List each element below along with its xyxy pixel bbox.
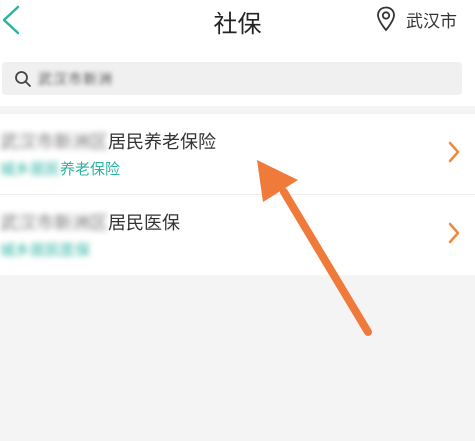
search-query-text: 武汉市新洲 [38, 71, 113, 88]
search-bar: 武汉市新洲 [0, 50, 475, 106]
title-text: 居民医保 [108, 213, 180, 234]
title-text: 居民养老保险 [108, 132, 216, 153]
list-item-subtitle: 城乡居民医保 [0, 239, 90, 260]
blurred-text: 武汉市新洲区 [0, 213, 108, 234]
search-icon [15, 70, 31, 87]
blurred-text: 武汉市新洲区 [0, 132, 108, 153]
city-label: 武汉市 [406, 11, 457, 32]
list-item-pension-insurance[interactable]: 武汉市新洲区居民养老保险 城乡居民养老保险 [0, 114, 475, 194]
search-input[interactable]: 武汉市新洲 [2, 62, 462, 95]
chevron-right-icon [448, 222, 460, 244]
blurred-text: 城乡居民医保 [0, 241, 91, 259]
result-list: 武汉市新洲区居民养老保险 城乡居民养老保险 武汉市新洲区居民医保 城乡居民医保 [0, 114, 475, 275]
chevron-right-icon [448, 141, 460, 163]
subtitle-text: 养老保险 [60, 160, 121, 178]
top-bar: 社保 武汉市 [0, 0, 475, 50]
list-item-subtitle: 城乡居民养老保险 [0, 158, 120, 179]
list-item-title: 武汉市新洲区居民医保 [0, 209, 180, 235]
location-pin-icon [377, 6, 395, 32]
blurred-text: 城乡居民 [0, 160, 61, 178]
list-item-medical-insurance[interactable]: 武汉市新洲区居民医保 城乡居民医保 [0, 194, 475, 275]
list-item-title: 武汉市新洲区居民养老保险 [0, 128, 216, 154]
location-selector[interactable]: 武汉市 [376, 6, 457, 32]
